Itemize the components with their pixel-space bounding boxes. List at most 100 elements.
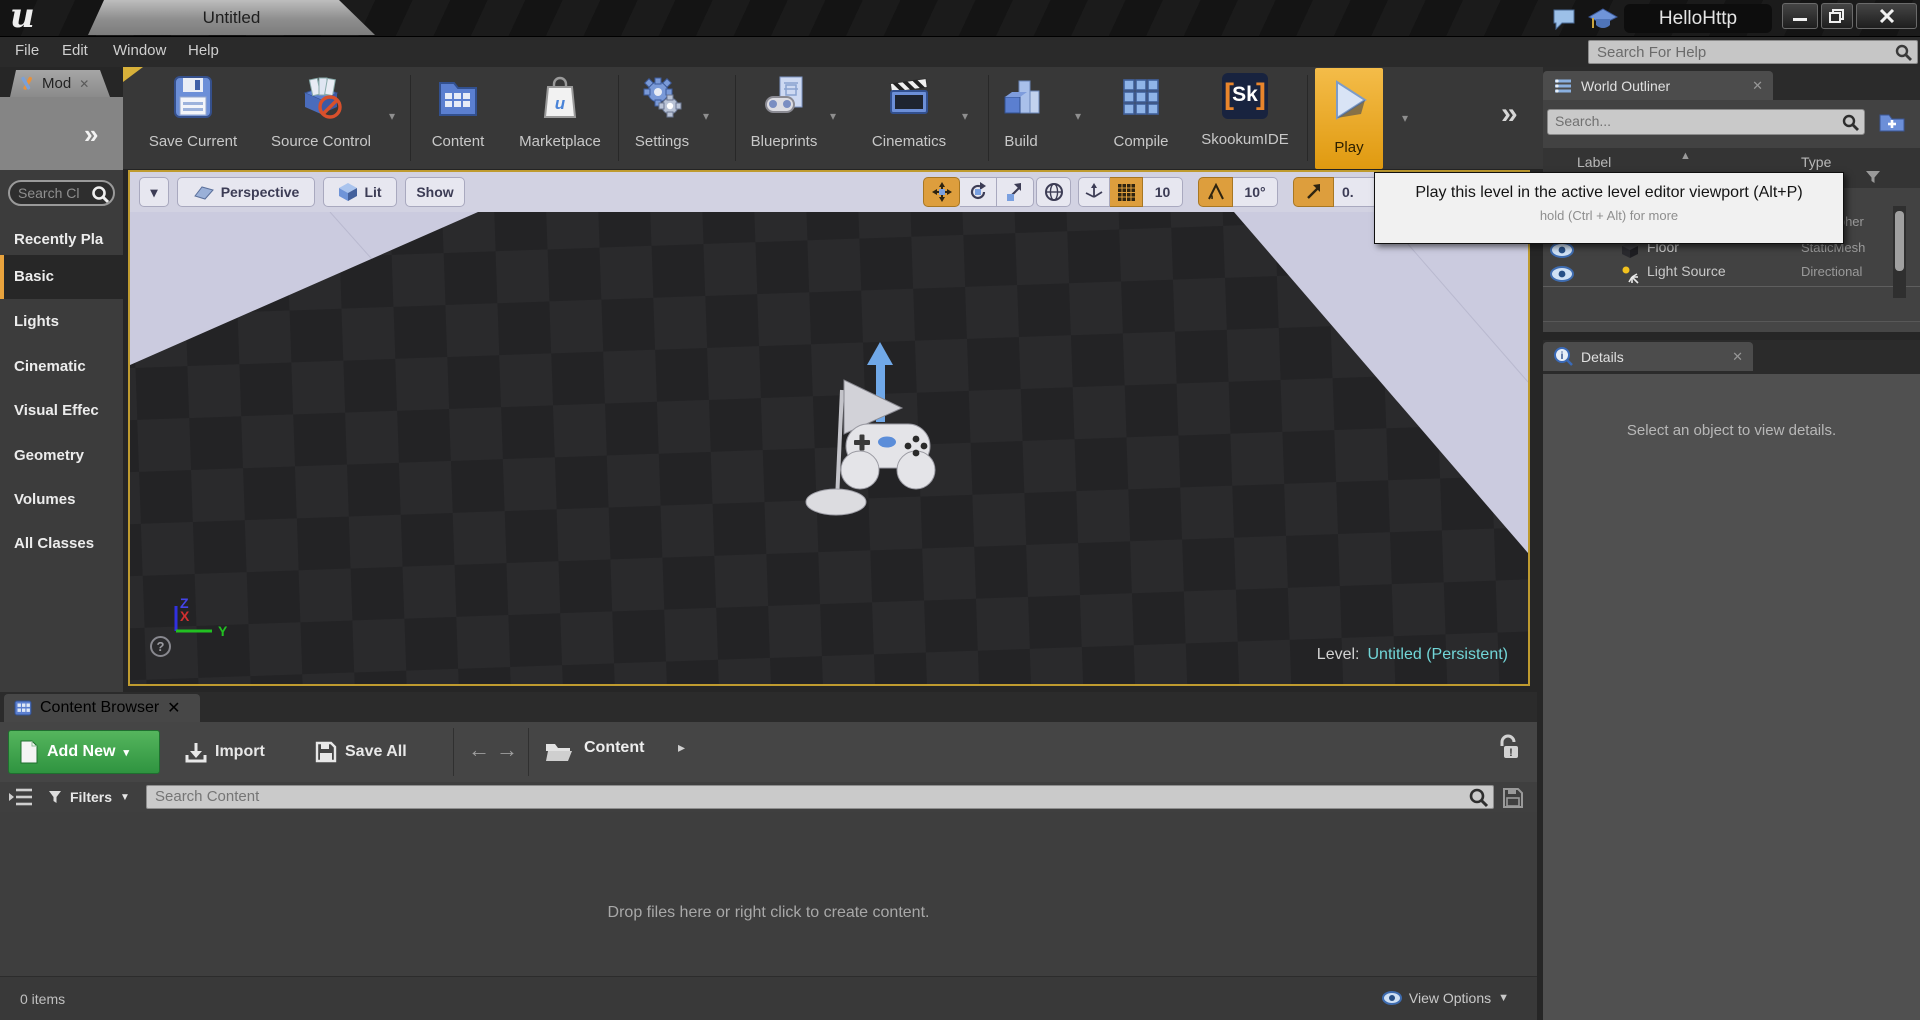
scale-snap-toggle[interactable] [1293, 177, 1334, 207]
mode-basic[interactable]: Basic [0, 255, 123, 299]
toolbar-overflow-chevron[interactable]: » [1501, 97, 1518, 131]
camera-mode-button[interactable]: Perspective [177, 177, 315, 207]
move-tool-button[interactable] [923, 177, 960, 207]
outliner-list-icon [1553, 78, 1573, 94]
breadcrumb-arrow[interactable]: ▸ [678, 739, 685, 756]
save-all-button[interactable]: Save All [315, 734, 407, 770]
outliner-row-light-source[interactable]: Light Source Directional [1543, 263, 1920, 287]
tab-world-outliner[interactable]: World Outliner ✕ [1543, 71, 1773, 100]
content-browser-asset-area[interactable]: Drop files here or right click to create… [0, 812, 1537, 976]
source-control-dropdown[interactable]: ▾ [389, 109, 395, 123]
play-button[interactable]: Play [1315, 68, 1383, 169]
outliner-search-input[interactable] [1548, 110, 1828, 132]
compile-button[interactable]: Compile [1086, 73, 1196, 165]
skookumide-button[interactable]: [Sk] SkookumIDE [1190, 73, 1300, 165]
mode-geometry[interactable]: Geometry [0, 434, 123, 478]
viewport-options-dropdown[interactable]: ▾ [139, 177, 169, 207]
menu-window[interactable]: Window [113, 42, 166, 59]
collapse-panel-chevron[interactable]: » [84, 119, 98, 150]
source-control-button[interactable]: Source Control [266, 73, 376, 165]
filters-button[interactable]: Filters ▼ [48, 784, 130, 810]
viewport-3d-view[interactable]: Z X Y ? Level:Untitled (Persistent) [130, 212, 1528, 684]
mode-volumes[interactable]: Volumes [0, 478, 123, 522]
content-button[interactable]: Content [403, 73, 513, 165]
scrollbar-thumb[interactable] [1895, 211, 1904, 271]
create-folder-icon[interactable] [1877, 110, 1907, 134]
column-label[interactable]: Label [1577, 154, 1611, 170]
breadcrumb-content[interactable]: Content [584, 739, 644, 757]
blueprints-button[interactable]: Blueprints [729, 73, 839, 165]
restore-button[interactable] [1821, 3, 1853, 29]
feedback-bubble-icon[interactable] [1552, 8, 1578, 30]
level-viewport[interactable]: ▾ Perspective Lit Show [128, 170, 1530, 686]
surface-snap-button[interactable] [1078, 177, 1110, 207]
tab-details[interactable]: i Details ✕ [1543, 342, 1753, 371]
tab-close-icon[interactable]: ✕ [1732, 349, 1743, 365]
settings-dropdown[interactable]: ▾ [703, 109, 709, 123]
type-filter-icon[interactable] [1865, 170, 1881, 184]
angle-snap-value[interactable]: 10° [1233, 177, 1278, 207]
tutorial-cap-icon[interactable] [1588, 7, 1618, 31]
save-search-icon[interactable] [1502, 787, 1524, 809]
visibility-eye-icon[interactable] [1550, 266, 1574, 282]
content-search-input[interactable] [147, 786, 1437, 806]
globe-icon [1044, 182, 1064, 202]
modes-search-input[interactable] [10, 185, 86, 201]
mode-visual-effects[interactable]: Visual Effec [0, 389, 123, 433]
forward-button[interactable]: → [496, 737, 518, 763]
content-view-options[interactable]: View Options ▼ [1382, 990, 1509, 1006]
lock-icon[interactable]: ! [1496, 734, 1520, 764]
add-new-button[interactable]: Add New ▾ [8, 730, 160, 774]
tab-modes[interactable]: Mod ✕ [10, 70, 110, 97]
build-button[interactable]: Build [966, 73, 1076, 165]
rotate-tool-button[interactable] [960, 177, 997, 207]
outliner-search-box[interactable] [1547, 109, 1865, 135]
blueprints-dropdown[interactable]: ▾ [830, 109, 836, 123]
menu-edit[interactable]: Edit [62, 42, 88, 59]
scale-snap-value[interactable]: 0. [1334, 177, 1378, 207]
level-tab[interactable]: Untitled [88, 0, 375, 35]
tab-content-browser[interactable]: Content Browser ✕ [4, 694, 200, 722]
outliner-scrollbar[interactable] [1893, 206, 1906, 298]
modes-panel: Recently Pla Basic Lights Cinematic Visu… [0, 170, 123, 692]
mode-cinematic[interactable]: Cinematic [0, 345, 123, 389]
close-button[interactable] [1856, 3, 1917, 29]
lit-mode-button[interactable]: Lit [323, 177, 397, 207]
tab-close-icon[interactable]: ✕ [167, 698, 180, 718]
modes-search-box[interactable] [8, 180, 115, 206]
sort-ascending-icon[interactable]: ▲ [1680, 150, 1691, 162]
marketplace-button[interactable]: u Marketplace [505, 73, 615, 165]
scale-tool-button[interactable] [997, 177, 1034, 207]
world-local-toggle[interactable] [1036, 177, 1071, 207]
angle-snap-toggle[interactable] [1198, 177, 1233, 207]
play-dropdown[interactable]: ▾ [1402, 111, 1408, 125]
menu-file[interactable]: File [15, 42, 39, 59]
help-search-box[interactable] [1588, 40, 1918, 64]
tooltip-line2: hold (Ctrl + Alt) for more [1375, 208, 1843, 223]
mode-lights[interactable]: Lights [0, 300, 123, 344]
sources-panel-icon[interactable] [8, 787, 34, 807]
content-search-box[interactable] [146, 785, 1494, 809]
grid-snap-value[interactable]: 10 [1143, 177, 1183, 207]
settings-button[interactable]: Settings [607, 73, 717, 165]
tab-close-icon[interactable]: ✕ [79, 77, 89, 91]
level-name[interactable]: Untitled (Persistent) [1368, 646, 1509, 663]
build-dropdown[interactable]: ▾ [1075, 109, 1081, 123]
tab-close-icon[interactable]: ✕ [1752, 78, 1763, 94]
cinematics-button[interactable]: Cinematics [854, 73, 964, 165]
back-button[interactable]: ← [468, 737, 490, 763]
marketplace-bag-icon: u [536, 73, 584, 121]
level-indicator: Level:Untitled (Persistent) [1317, 646, 1508, 664]
help-search-input[interactable] [1589, 41, 1889, 63]
menu-help[interactable]: Help [188, 42, 219, 59]
viewport-help-icon[interactable]: ? [150, 636, 171, 657]
column-type[interactable]: Type [1801, 154, 1831, 170]
import-button[interactable]: Import [185, 734, 265, 770]
details-empty-message: Select an object to view details. [1543, 422, 1920, 439]
mode-all-classes[interactable]: All Classes [0, 522, 123, 566]
show-flags-button[interactable]: Show [405, 177, 465, 207]
minimize-button[interactable] [1782, 3, 1818, 29]
visibility-eye-icon[interactable] [1550, 242, 1574, 258]
grid-snap-toggle[interactable] [1110, 177, 1143, 207]
save-current-button[interactable]: Save Current [138, 73, 248, 165]
